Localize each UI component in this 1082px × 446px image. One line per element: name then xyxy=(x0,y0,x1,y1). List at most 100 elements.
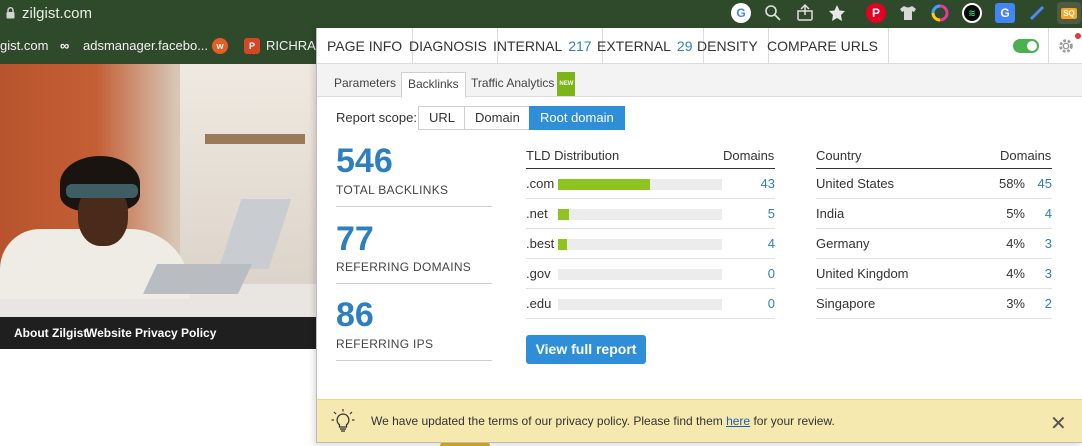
shirt-icon[interactable] xyxy=(898,3,918,23)
site-footer: About Zilgist Website Privacy Policy xyxy=(0,317,320,349)
google-icon[interactable]: G xyxy=(731,3,751,23)
color-ring-icon[interactable] xyxy=(930,3,950,23)
row-divider xyxy=(526,258,775,259)
country-row-domains[interactable]: 4 xyxy=(1027,206,1052,221)
tab-internal[interactable]: INTERNAL 217 xyxy=(483,28,603,64)
country-row-domains[interactable]: 3 xyxy=(1027,236,1052,251)
country-row-percent: 5% xyxy=(1006,206,1025,221)
country-row-percent: 4% xyxy=(1006,266,1025,281)
notification-dot xyxy=(1075,33,1081,39)
sub-tabs: Parameters Backlinks Traffic Analytics NE… xyxy=(317,64,1082,98)
row-divider xyxy=(816,198,1052,199)
total-backlinks-label: TOTAL BACKLINKS xyxy=(336,183,449,197)
tab-label: DENSITY xyxy=(697,38,758,54)
country-row-name: Singapore xyxy=(816,296,876,311)
row-divider xyxy=(816,318,1052,319)
row-divider xyxy=(816,228,1052,229)
country-row-percent: 58% xyxy=(998,176,1025,191)
country-row-name: United States xyxy=(816,176,895,191)
pen-icon[interactable] xyxy=(1027,3,1047,23)
popup-nav: PAGE INFO DIAGNOSIS INTERNAL 217 EXTERNAL… xyxy=(317,28,1082,64)
star-icon[interactable] xyxy=(827,3,847,23)
tld-bar-track xyxy=(558,239,722,250)
header-rule xyxy=(526,168,775,169)
divider xyxy=(336,206,492,207)
notice-text-after: for your review. xyxy=(750,414,835,428)
country-row-domains[interactable]: 3 xyxy=(1027,266,1052,281)
country-row-name: India xyxy=(816,206,845,221)
tab-label: INTERNAL xyxy=(493,38,563,54)
notice-here-link[interactable]: here xyxy=(726,414,750,428)
tld-bar-track xyxy=(558,179,722,190)
zoom-icon[interactable] xyxy=(763,3,783,23)
subtab-parameters[interactable]: Parameters xyxy=(328,72,402,97)
divider xyxy=(336,360,492,361)
share-icon[interactable] xyxy=(795,3,815,23)
referring-domains-label: REFERRING DOMAINS xyxy=(336,260,472,274)
scope-domain-button[interactable]: Domain xyxy=(464,106,531,130)
bookmark-zilgist[interactable]: gist.com xyxy=(0,38,48,53)
tld-row-domains[interactable]: 4 xyxy=(735,236,775,251)
tld-row-domains[interactable]: 0 xyxy=(735,266,775,281)
privacy-notice: We have updated the terms of our privacy… xyxy=(317,399,1082,442)
row-divider xyxy=(816,288,1052,289)
tld-row-label: .gov xyxy=(526,266,551,281)
row-divider xyxy=(526,198,775,199)
w-icon[interactable]: w xyxy=(212,38,228,54)
tld-bar-track xyxy=(558,269,722,280)
tld-bar-fill xyxy=(558,209,569,220)
referring-ips-label: REFERRING IPS xyxy=(336,337,434,351)
subtab-traffic-analytics[interactable]: Traffic Analytics NEW xyxy=(465,72,581,97)
powerpoint-icon[interactable]: P xyxy=(244,38,260,54)
settings-button[interactable] xyxy=(1048,28,1082,64)
country-domains-header: Domains xyxy=(1000,148,1052,163)
row-divider xyxy=(526,228,775,229)
bookmarks-bar: gist.com ∞ adsmanager.facebo... w P RICH… xyxy=(0,28,329,64)
referring-domains-value[interactable]: 77 xyxy=(336,220,374,259)
country-row-domains[interactable]: 45 xyxy=(1027,176,1052,191)
tld-bar-fill xyxy=(558,179,650,190)
subtab-label: Traffic Analytics xyxy=(471,76,555,90)
seoquake-ext-icon[interactable]: ≋ xyxy=(962,3,982,23)
close-icon[interactable]: ✕ xyxy=(1050,411,1067,436)
divider xyxy=(336,283,492,284)
tld-row-domains[interactable]: 5 xyxy=(735,206,775,221)
country-row-domains[interactable]: 2 xyxy=(1027,296,1052,311)
pinterest-icon[interactable]: P xyxy=(866,3,886,23)
total-backlinks-value[interactable]: 546 xyxy=(336,142,393,181)
tab-label: DIAGNOSIS xyxy=(409,38,487,54)
gear-icon xyxy=(1059,39,1073,53)
bookmark-adsmanager[interactable]: adsmanager.facebo... xyxy=(83,38,208,53)
meta-icon: ∞ xyxy=(60,38,70,53)
footer-link-website[interactable]: Website xyxy=(86,326,132,340)
country-row-name: United Kingdom xyxy=(816,266,909,281)
sq-icon[interactable]: SQ xyxy=(1057,2,1081,24)
tab-label: PAGE INFO xyxy=(327,38,403,54)
report-scope-label: Report scope: xyxy=(336,110,417,125)
translate-icon[interactable]: G xyxy=(995,3,1015,23)
tld-row-label: .com xyxy=(526,176,555,191)
country-row-name: Germany xyxy=(816,236,870,251)
tld-bar-fill xyxy=(558,239,567,250)
tab-compare-urls[interactable]: COMPARE URLS xyxy=(757,28,889,64)
country-row-percent: 4% xyxy=(1006,236,1025,251)
tld-row-domains[interactable]: 0 xyxy=(735,296,775,311)
url-text[interactable]: zilgist.com xyxy=(22,5,92,22)
sq-label: SQ xyxy=(1061,7,1077,19)
tld-bar-track xyxy=(558,209,722,220)
subtab-backlinks[interactable]: Backlinks xyxy=(401,72,466,98)
subtab-label: Parameters xyxy=(334,76,397,90)
address-bar: zilgist.com G P ≋ G SQ xyxy=(0,0,1082,28)
lock-icon[interactable] xyxy=(6,7,15,19)
scope-root-domain-button[interactable]: Root domain xyxy=(529,106,625,130)
new-badge: NEW xyxy=(557,72,576,96)
enable-toggle[interactable] xyxy=(1013,39,1039,53)
referring-ips-value[interactable]: 86 xyxy=(336,296,374,335)
row-divider xyxy=(526,318,775,319)
tld-row-domains[interactable]: 43 xyxy=(735,176,775,191)
footer-link-about[interactable]: About Zilgist xyxy=(14,326,87,340)
footer-link-privacy[interactable]: Privacy Policy xyxy=(135,326,216,340)
scope-url-button[interactable]: URL xyxy=(418,106,467,130)
tld-domains-header: Domains xyxy=(723,148,775,163)
view-full-report-button[interactable]: View full report xyxy=(526,335,646,364)
